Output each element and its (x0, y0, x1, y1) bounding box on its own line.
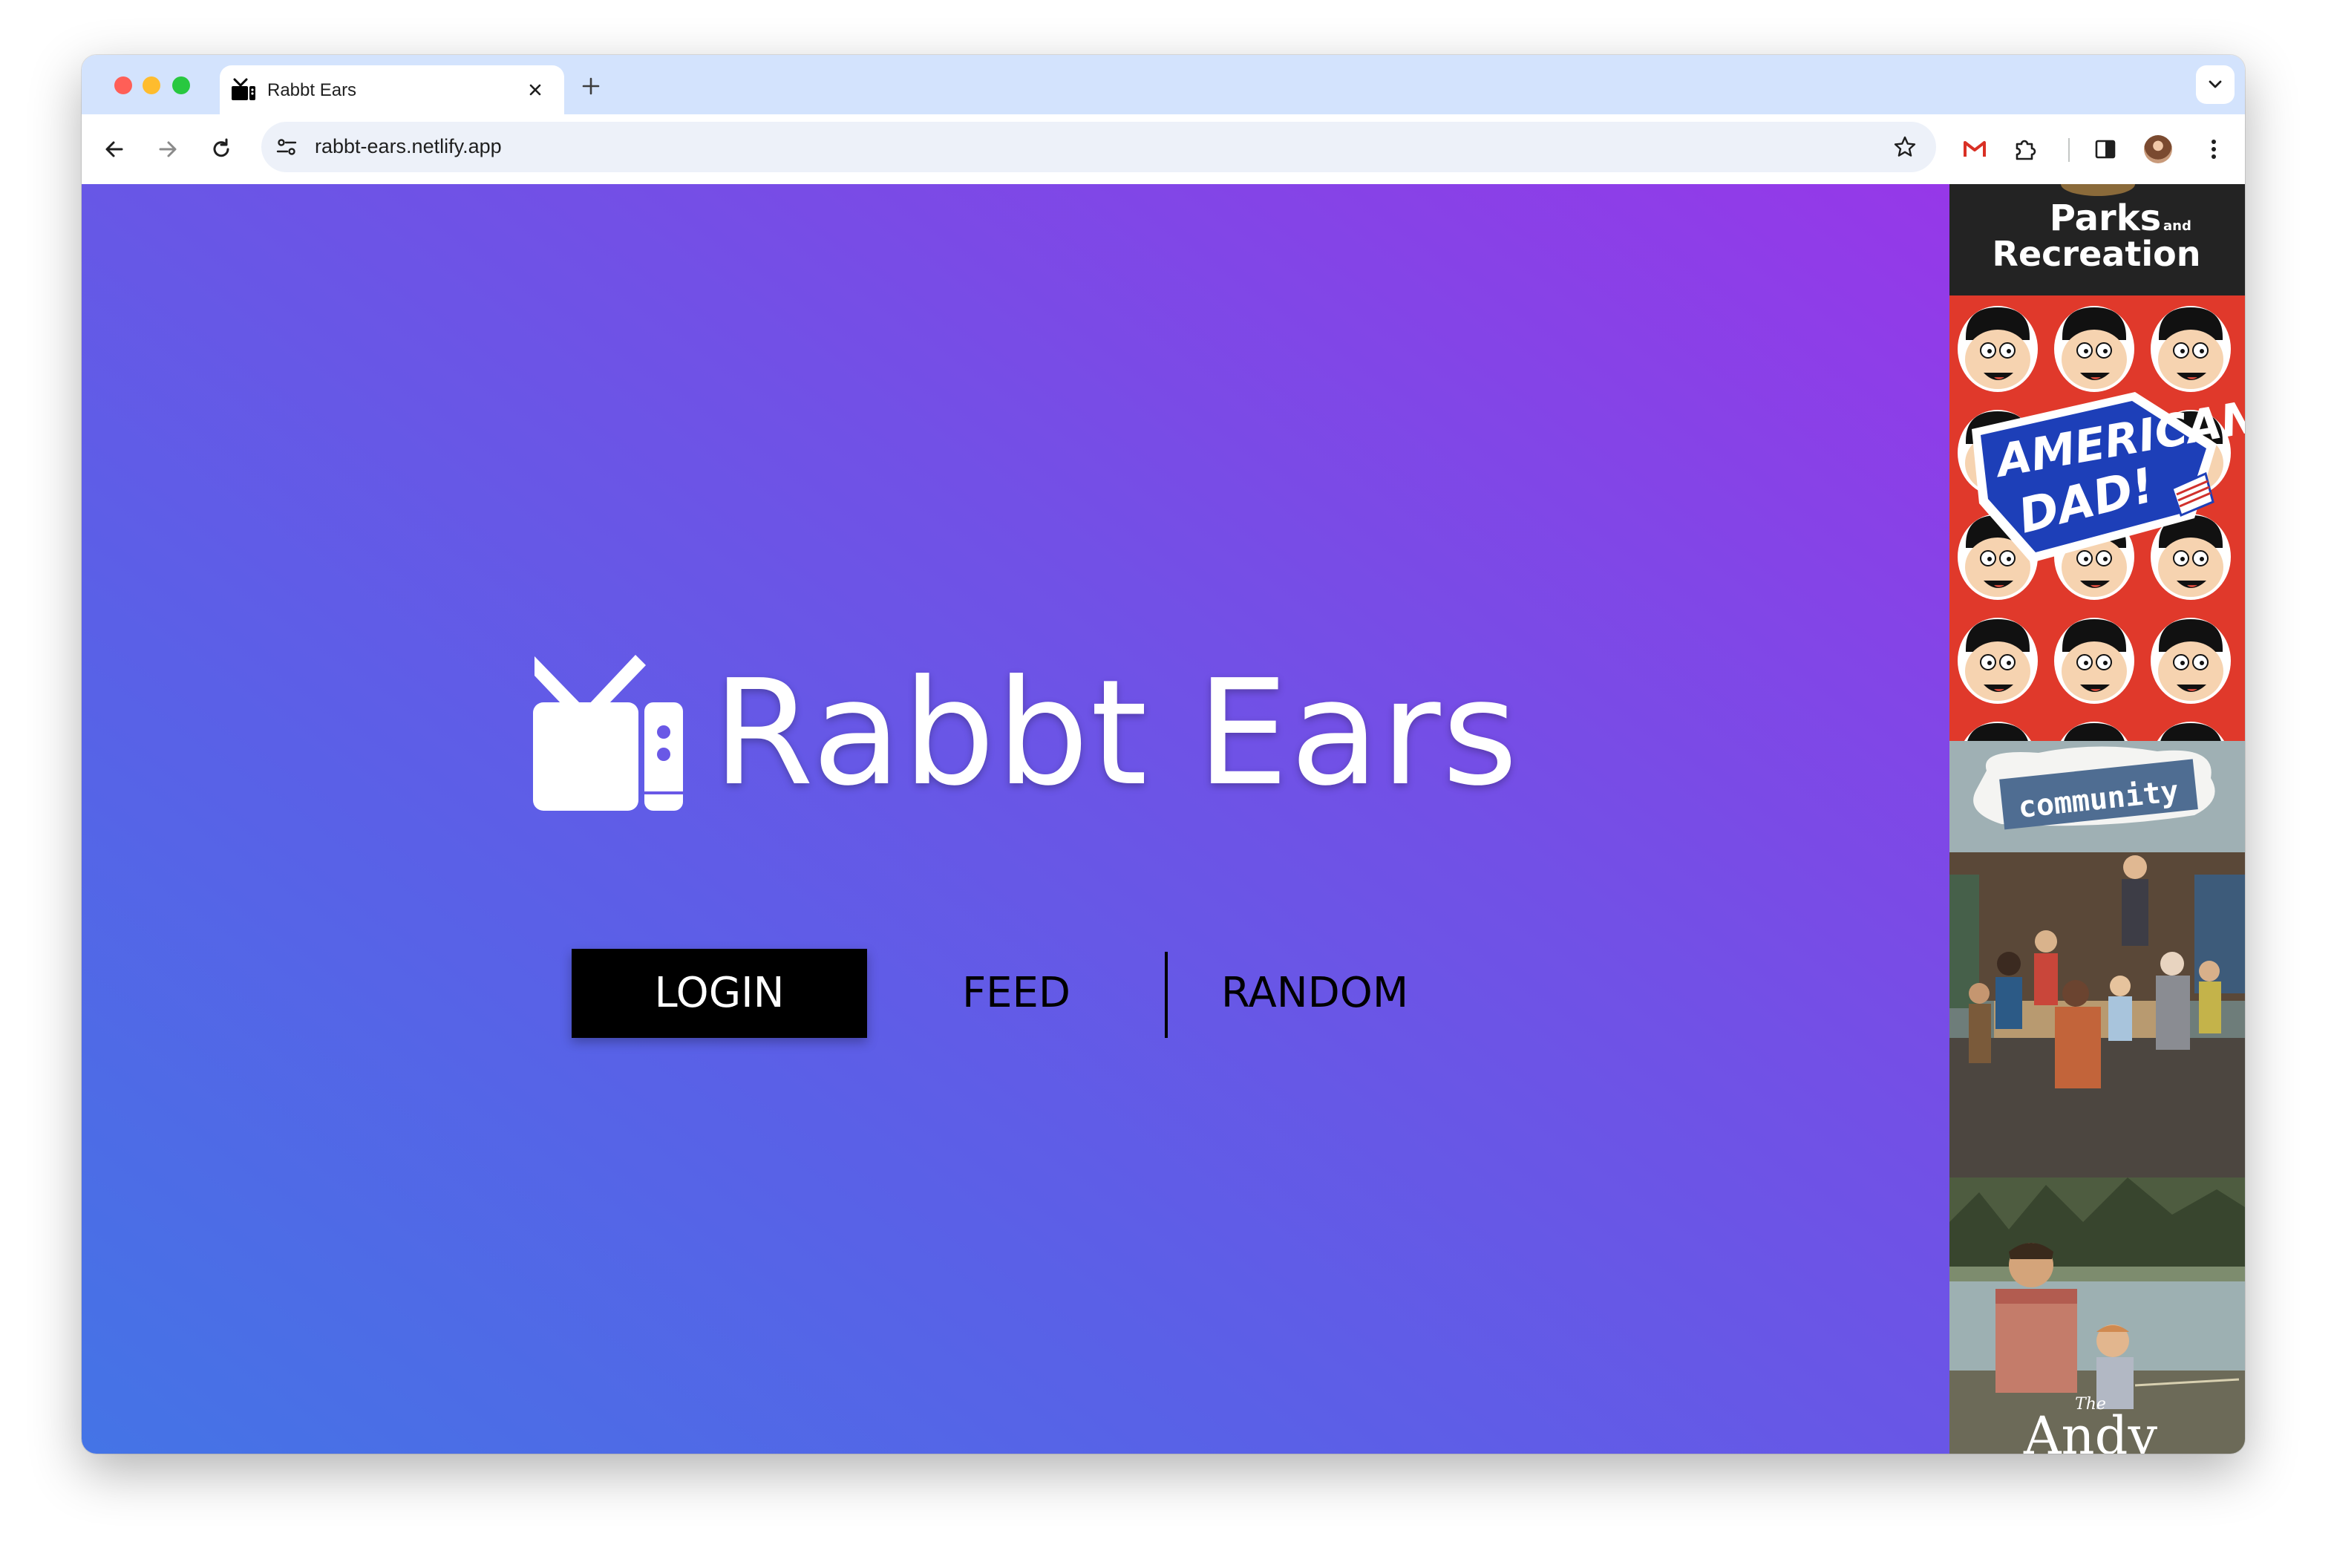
toolbar-separator (2068, 138, 2070, 162)
browser-window: Rabbt Ears rabbt-ears.netlify.app Rabbt … (82, 55, 2245, 1454)
random-link[interactable]: RANDOM (1167, 949, 1462, 1038)
browser-tab-active[interactable]: Rabbt Ears (220, 65, 564, 114)
site-settings-icon[interactable] (273, 134, 300, 160)
poster-community[interactable]: community (1949, 741, 2245, 1177)
poster-american-dad[interactable]: AMERICAN DAD! (1949, 295, 2245, 741)
poster-title-line2: Recreation (1993, 234, 2201, 274)
tab-strip: Rabbt Ears (82, 55, 2245, 114)
app-logo-text: Rabbt Ears (713, 649, 1520, 818)
show-poster-column: Parks and Recreation AMERICAN DAD! commu… (1949, 184, 2245, 1454)
close-icon[interactable] (524, 79, 546, 101)
bookmark-star-icon[interactable] (1892, 134, 1918, 160)
gmail-extension-icon[interactable] (1960, 134, 1990, 164)
url-text[interactable]: rabbt-ears.netlify.app (315, 135, 502, 158)
chevron-down-icon (2209, 80, 2222, 88)
poster-title-line1: Parks (2050, 197, 2161, 239)
back-arrow-icon[interactable] (99, 134, 129, 164)
tab-title: Rabbt Ears (267, 80, 357, 100)
profile-avatar[interactable] (2144, 135, 2172, 163)
feed-link[interactable]: FEED (869, 949, 1164, 1038)
address-bar[interactable]: rabbt-ears.netlify.app (261, 122, 1936, 172)
poster-title-and: and (2163, 218, 2191, 234)
poster-parks-and-recreation[interactable]: Parks and Recreation (1949, 184, 2245, 295)
window-maximize-button[interactable] (172, 76, 190, 94)
window-close-button[interactable] (114, 76, 132, 94)
side-panel-icon[interactable] (2091, 134, 2120, 164)
more-menu-icon[interactable] (2199, 134, 2229, 164)
login-button[interactable]: LOGIN (572, 949, 867, 1038)
extensions-puzzle-icon[interactable] (2010, 134, 2040, 164)
new-tab-plus-icon[interactable] (579, 74, 603, 98)
reload-icon[interactable] (206, 134, 236, 164)
page-content: Rabbt Ears LOGIN FEED RANDOM Parks and R… (82, 184, 2245, 1454)
browser-toolbar: rabbt-ears.netlify.app (82, 114, 2245, 184)
tv-logo-icon (533, 655, 683, 811)
hero-section: Rabbt Ears LOGIN FEED RANDOM (82, 184, 1949, 1454)
poster-the-andy-griffith-show[interactable]: The Andy (1949, 1177, 2245, 1454)
window-minimize-button[interactable] (143, 76, 160, 94)
tv-favicon-icon (232, 78, 255, 100)
forward-arrow-icon[interactable] (153, 134, 183, 164)
poster-title: Andy (2023, 1405, 2157, 1454)
tab-search-button[interactable] (2196, 65, 2235, 104)
